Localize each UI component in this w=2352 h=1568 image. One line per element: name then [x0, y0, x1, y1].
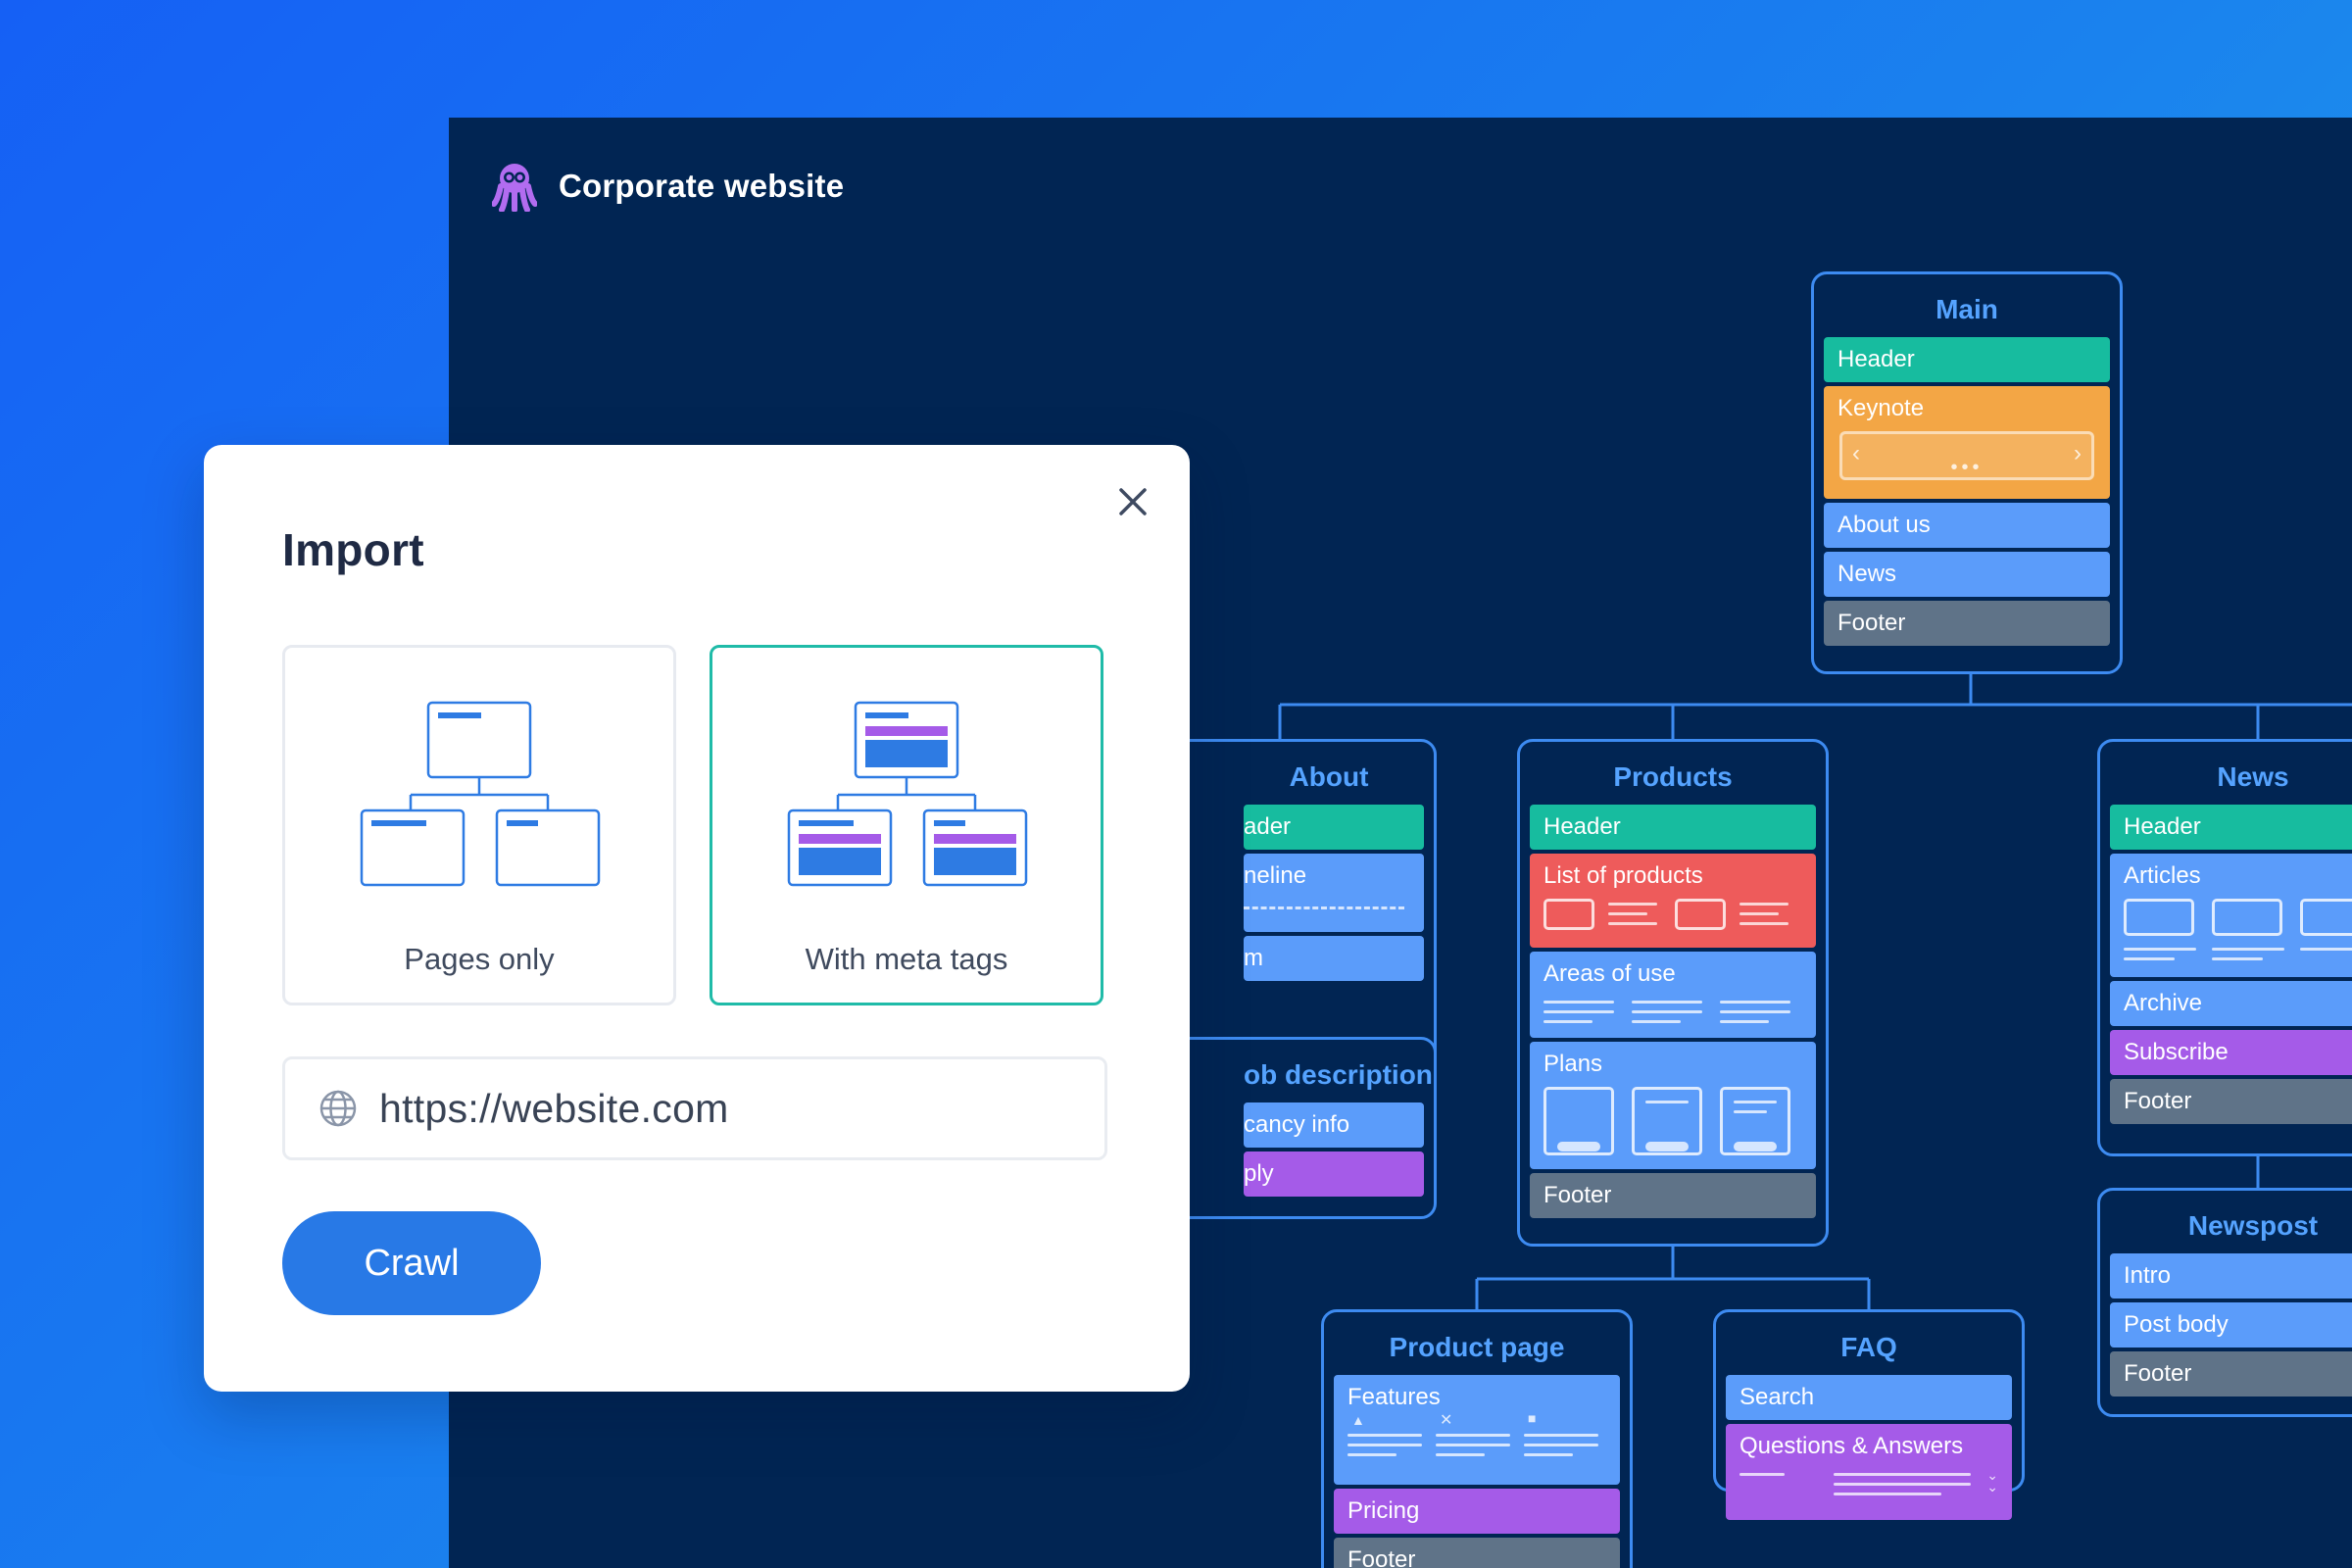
block-keynote[interactable]: Keynote ‹ › ••• [1824, 386, 2110, 499]
node-title: Newspost [2187, 1210, 2319, 1241]
page-node-main[interactable]: Main Header Keynote ‹ › ••• About us New… [1811, 271, 2123, 674]
block-plans[interactable]: Plans [1530, 1042, 1816, 1169]
page-node-products[interactable]: Products Header List of products Areas o… [1517, 739, 1829, 1247]
block-footer[interactable]: Footer [1334, 1538, 1620, 1568]
page-node-news[interactable]: News Header Articles Archive Subscribe F… [2097, 739, 2352, 1156]
block-apply[interactable]: ply [1244, 1152, 1424, 1197]
option-pages-only[interactable]: Pages only [282, 645, 676, 1005]
block-archive[interactable]: Archive [2110, 981, 2352, 1026]
block-footer[interactable]: Footer [2110, 1351, 2352, 1396]
page-node-product-page[interactable]: Product page Features ▲ ✕ ■ Pricing Foot… [1321, 1309, 1633, 1568]
carousel-dots: ••• [1950, 457, 1984, 478]
block-pricing[interactable]: Pricing [1334, 1489, 1620, 1534]
option-label: With meta tags [805, 942, 1008, 976]
block-header[interactable]: Header [1530, 805, 1816, 850]
block-intro[interactable]: Intro [2110, 1253, 2352, 1298]
page-node-newspost[interactable]: Newspost Intro Post body Footer [2097, 1188, 2352, 1417]
globe-icon [319, 1090, 357, 1127]
block-header[interactable]: Header [2110, 805, 2352, 850]
block-timeline[interactable]: neline [1244, 854, 1424, 932]
block-list-of-products[interactable]: List of products [1530, 854, 1816, 948]
sitemap-meta-tree-icon [787, 701, 1028, 887]
block-areas-of-use[interactable]: Areas of use [1530, 952, 1816, 1038]
crawl-button[interactable]: Crawl [282, 1211, 541, 1315]
article-cards-widget [2124, 899, 2352, 960]
option-with-meta-tags[interactable]: With meta tags [710, 645, 1103, 1005]
block-footer[interactable]: Footer [1530, 1173, 1816, 1218]
block-features[interactable]: Features ▲ ✕ ■ [1334, 1375, 1620, 1485]
features-widget: ▲ ✕ ■ [1348, 1410, 1606, 1463]
dialog-title: Import [282, 524, 424, 575]
triangle-icon: ▲ [1351, 1412, 1365, 1428]
url-input[interactable] [379, 1085, 1065, 1132]
cross-icon: ✕ [1440, 1412, 1453, 1429]
node-title: Main [1936, 294, 1998, 324]
accordion-widget: ⌄ ⌄ [1740, 1467, 1998, 1512]
block-search[interactable]: Search [1726, 1375, 2012, 1420]
option-label: Pages only [404, 942, 555, 976]
text-columns-widget [1544, 997, 1802, 1038]
node-title: Products [1613, 761, 1733, 792]
node-title: FAQ [1840, 1332, 1897, 1362]
block-header[interactable]: ader [1244, 805, 1424, 850]
sitemap-tree-icon [360, 701, 601, 887]
block-vacancy-info[interactable]: cancy info [1244, 1102, 1424, 1148]
chevron-down-icon: ⌄ [1986, 1479, 1998, 1494]
block-articles[interactable]: Articles [2110, 854, 2352, 977]
block-team[interactable]: m [1244, 936, 1424, 981]
node-title: News [2217, 761, 2289, 792]
product-list-widget [1544, 899, 1802, 942]
carousel-widget: ‹ › ••• [1839, 431, 2094, 480]
square-icon: ■ [1528, 1410, 1537, 1426]
page-node-faq[interactable]: FAQ Search Questions & Answers ⌄ ⌄ [1713, 1309, 2025, 1520]
url-field[interactable] [282, 1056, 1107, 1160]
node-title: Product page [1389, 1332, 1565, 1362]
block-subscribe[interactable]: Subscribe [2110, 1030, 2352, 1075]
block-questions-answers[interactable]: Questions & Answers ⌄ ⌄ [1726, 1424, 2012, 1520]
block-about-us[interactable]: About us [1824, 503, 2110, 548]
import-dialog: Import Pages only With meta tags https:/… [204, 445, 1190, 1392]
block-footer[interactable]: Footer [2110, 1079, 2352, 1124]
close-icon[interactable] [1113, 482, 1152, 521]
timeline-widget [1244, 906, 1404, 909]
block-post-body[interactable]: Post body [2110, 1302, 2352, 1348]
pricing-cards-widget [1544, 1087, 1802, 1155]
block-header[interactable]: Header [1824, 337, 2110, 382]
block-news[interactable]: News [1824, 552, 2110, 597]
block-footer[interactable]: Footer [1824, 601, 2110, 646]
